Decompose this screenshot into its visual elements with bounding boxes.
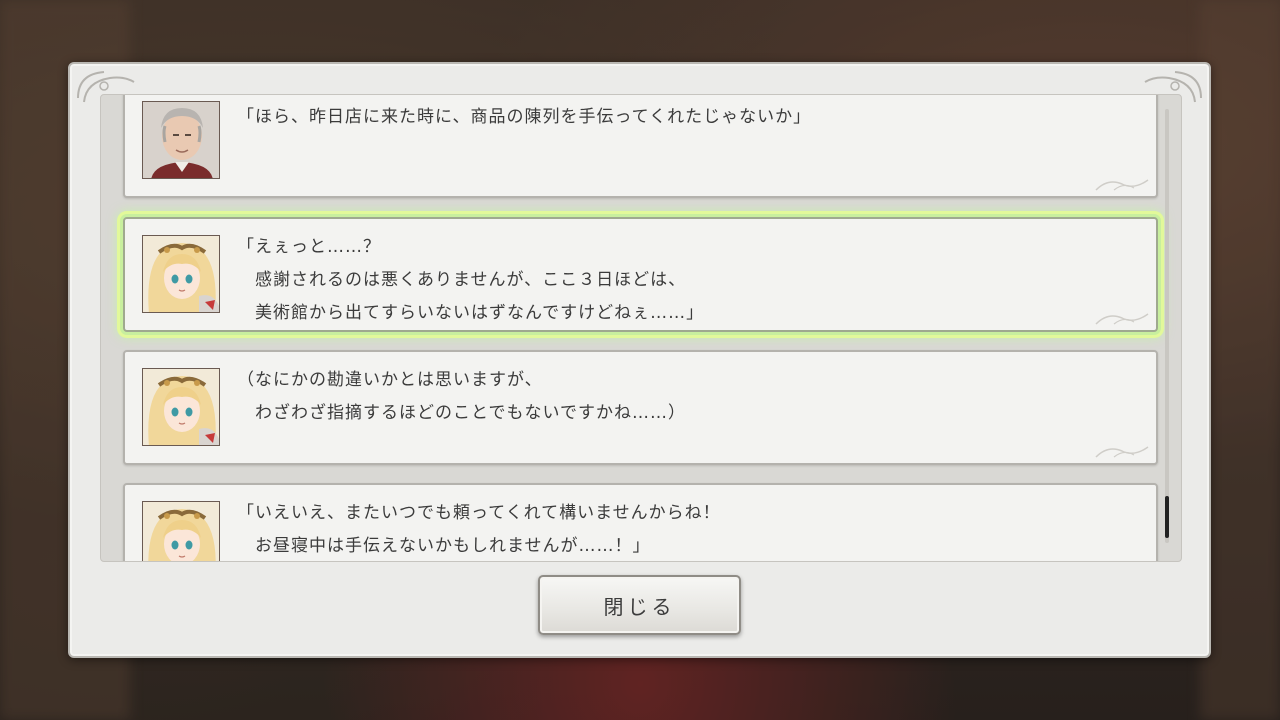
log-entry[interactable]: 「いえいえ、またいつでも頼ってくれて構いませんからね！ お昼寝中は手伝えないかも… [123, 483, 1158, 561]
scrollbar-thumb[interactable] [1165, 496, 1169, 538]
heroine-portrait [142, 368, 220, 446]
log-entry-text: 「えぇっと……？ 感謝されるのは悪くありませんが、ここ３日ほどは、 美術館から出… [237, 237, 705, 323]
log-entry[interactable]: （なにかの勘違いかとは思いますが、 わざわざ指摘するほどのことでもないですかね…… [123, 350, 1158, 465]
entry-ornament-icon [1095, 179, 1149, 191]
entry-ornament-icon [1095, 313, 1149, 325]
scrollbar-track[interactable] [1165, 109, 1169, 543]
log-entry-text: 「いえいえ、またいつでも頼ってくれて構いませんからね！ お昼寝中は手伝えないかも… [237, 503, 721, 556]
entry-ornament-icon [1095, 446, 1149, 458]
shopkeeper-portrait [142, 101, 220, 179]
close-button[interactable]: 閉じる [538, 575, 741, 635]
log-entry-text: 「ほら、昨日店に来た時に、商品の陳列を手伝ってくれたじゃないか」 [237, 107, 812, 127]
backlog-scroll-area[interactable]: 「ほら、昨日店に来た時に、商品の陳列を手伝ってくれたじゃないか」 「えぇっと……… [100, 94, 1182, 562]
heroine-portrait [142, 501, 220, 561]
log-entry-selected[interactable]: 「えぇっと……？ 感謝されるのは悪くありませんが、ここ３日ほどは、 美術館から出… [123, 217, 1158, 332]
log-entry[interactable]: 「ほら、昨日店に来た時に、商品の陳列を手伝ってくれたじゃないか」 [123, 95, 1158, 198]
log-entry-text: （なにかの勘違いかとは思いますが、 わざわざ指摘するほどのことでもないですかね…… [237, 370, 686, 423]
heroine-portrait [142, 235, 220, 313]
